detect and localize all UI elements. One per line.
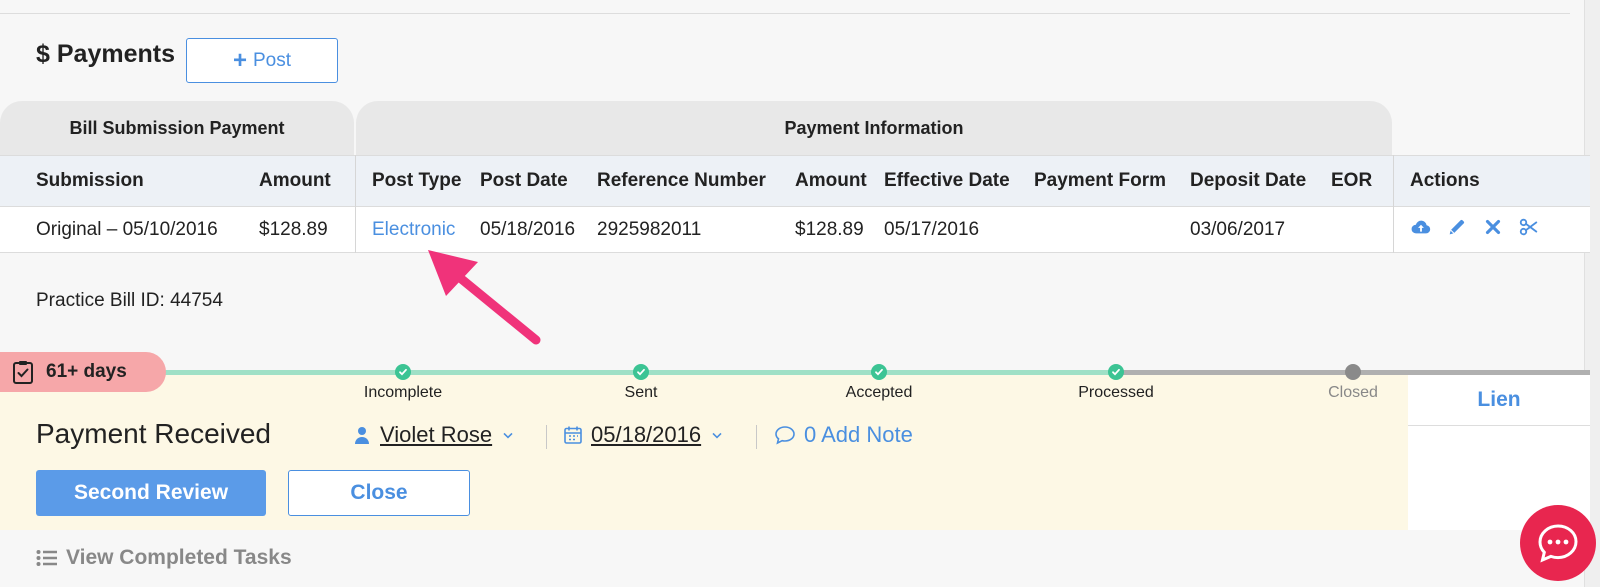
step-check-icon <box>1108 364 1124 380</box>
status-title: Payment Received <box>36 418 272 449</box>
clipboard-check-icon <box>13 361 33 384</box>
view-completed-tasks-link[interactable]: View Completed Tasks <box>36 546 292 570</box>
pencil-icon[interactable] <box>1446 216 1468 244</box>
group-header-bill-submission: Bill Submission Payment <box>0 101 354 155</box>
step-label-closed: Closed <box>1328 384 1378 401</box>
column-header-effective-date: Effective Date <box>884 170 1010 191</box>
practice-bill-id: Practice Bill ID: 44754 <box>36 290 223 311</box>
list-icon <box>36 550 57 566</box>
cell-submission: Original – 05/10/2016 <box>36 218 218 240</box>
column-header-submission: Submission <box>36 170 144 191</box>
column-group-divider <box>355 155 356 253</box>
chat-bubble-icon <box>1538 524 1578 563</box>
column-header-reference-number: Reference Number <box>597 170 766 191</box>
group-header-payment-information: Payment Information <box>356 101 1392 155</box>
plus-icon: + <box>232 46 247 74</box>
user-icon <box>355 427 369 444</box>
assignee-dropdown[interactable]: Violet Rose <box>352 422 516 448</box>
table-header-row: Submission Amount Post Type Post Date Re… <box>0 155 1590 207</box>
calendar-icon <box>564 426 582 444</box>
row-actions <box>1410 207 1540 252</box>
top-divider <box>0 13 1570 14</box>
x-icon[interactable] <box>1482 216 1504 244</box>
table-row: Original – 05/10/2016 $128.89 Electronic… <box>0 207 1590 253</box>
second-review-button[interactable]: Second Review <box>36 470 266 516</box>
step-pending-icon <box>1345 364 1361 380</box>
meta-divider <box>756 425 757 449</box>
step-label-incomplete: Incomplete <box>363 384 443 401</box>
step-label-accepted: Accepted <box>845 384 913 401</box>
post-payment-button[interactable]: + Post <box>186 38 338 83</box>
column-header-payment-form: Payment Form <box>1034 170 1166 191</box>
column-header-post-type: Post Type <box>372 170 462 191</box>
chevron-down-icon <box>503 432 513 439</box>
cell-post-date: 05/18/2016 <box>480 218 576 240</box>
cell-amount: $128.89 <box>259 218 328 240</box>
page-title: $ Payments <box>36 40 175 68</box>
column-header-deposit-date: Deposit Date <box>1190 170 1307 191</box>
column-header-eor: EOR <box>1331 170 1373 191</box>
column-header-payment-amount: Amount <box>795 170 867 191</box>
column-header-post-date: Post Date <box>480 170 568 191</box>
step-check-icon <box>871 364 887 380</box>
comment-icon <box>775 426 795 445</box>
section-heading: $ Payments <box>36 40 175 69</box>
cell-payment-amount: $128.89 <box>795 218 864 240</box>
actions-divider <box>1393 155 1394 253</box>
chevron-down-icon <box>712 432 722 439</box>
step-label-processed: Processed <box>1078 384 1154 401</box>
post-type-link[interactable]: Electronic <box>372 207 455 252</box>
step-check-icon <box>633 364 649 380</box>
column-header-actions: Actions <box>1410 170 1480 191</box>
add-note-link[interactable]: 0 Add Note <box>774 422 913 448</box>
step-check-icon <box>395 364 411 380</box>
dollar-sign-icon: $ <box>36 40 50 68</box>
days-open-badge: 61+ days <box>0 352 166 392</box>
cloud-upload-icon[interactable] <box>1410 216 1432 244</box>
scissors-icon[interactable] <box>1518 216 1540 244</box>
step-label-sent: Sent <box>624 384 658 401</box>
cell-effective-date: 05/17/2016 <box>884 218 980 240</box>
cell-deposit-date: 03/06/2017 <box>1190 218 1286 240</box>
tab-lien[interactable]: Lien <box>1408 374 1590 426</box>
meta-divider <box>546 425 547 449</box>
column-header-amount: Amount <box>259 170 331 191</box>
chat-button[interactable] <box>1520 505 1596 581</box>
close-button[interactable]: Close <box>288 470 470 516</box>
cell-reference-number: 2925982011 <box>597 218 702 240</box>
date-picker[interactable]: 05/18/2016 <box>563 422 725 448</box>
